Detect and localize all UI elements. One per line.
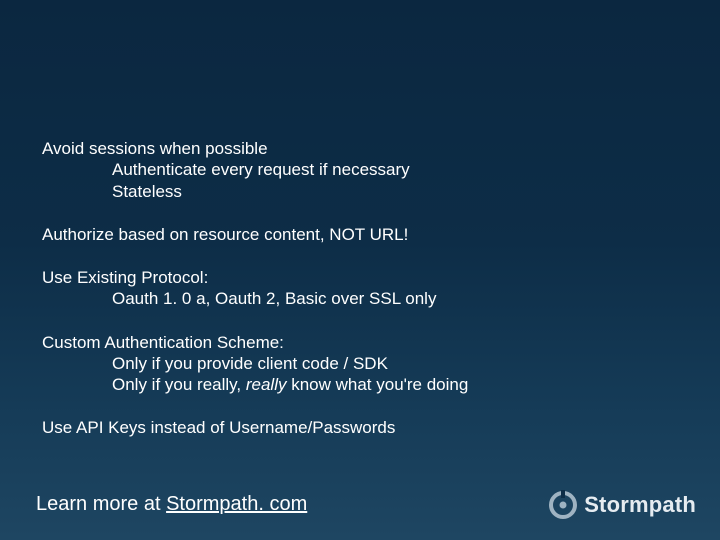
- footer-prefix: Learn more at: [36, 493, 166, 515]
- bullet-subline: Only if you really, really know what you…: [42, 374, 678, 395]
- bullet-subline: Oauth 1. 0 a, Oauth 2, Basic over SSL on…: [42, 288, 678, 309]
- text-fragment: know what you're doing: [286, 375, 468, 394]
- footer-link-text[interactable]: Stormpath. com: [166, 493, 307, 515]
- bullet-block-4: Custom Authentication Scheme: Only if yo…: [42, 332, 678, 396]
- bullet-subline: Authenticate every request if necessary: [42, 159, 678, 180]
- bullet-line: Avoid sessions when possible: [42, 138, 678, 159]
- brand-name: Stormpath: [584, 492, 696, 518]
- bullet-line: Use API Keys instead of Username/Passwor…: [42, 417, 678, 438]
- bullet-block-1: Avoid sessions when possible Authenticat…: [42, 138, 678, 202]
- bullet-block-3: Use Existing Protocol: Oauth 1. 0 a, Oau…: [42, 267, 678, 310]
- bullet-line: Use Existing Protocol:: [42, 267, 678, 288]
- bullet-subline: Stateless: [42, 181, 678, 202]
- bullet-subline: Only if you provide client code / SDK: [42, 353, 678, 374]
- bullet-block-2: Authorize based on resource content, NOT…: [42, 224, 678, 245]
- bullet-line: Custom Authentication Scheme:: [42, 332, 678, 353]
- footer-learn-more: Learn more at Stormpath. com: [36, 493, 307, 516]
- bullet-line: Authorize based on resource content, NOT…: [42, 224, 678, 245]
- stormpath-icon: [548, 490, 578, 520]
- brand-logo: Stormpath: [548, 490, 696, 520]
- slide-body: Avoid sessions when possible Authenticat…: [42, 138, 678, 461]
- text-fragment: Only if you really,: [112, 375, 246, 394]
- text-emphasis: really: [246, 375, 287, 394]
- bullet-block-5: Use API Keys instead of Username/Passwor…: [42, 417, 678, 438]
